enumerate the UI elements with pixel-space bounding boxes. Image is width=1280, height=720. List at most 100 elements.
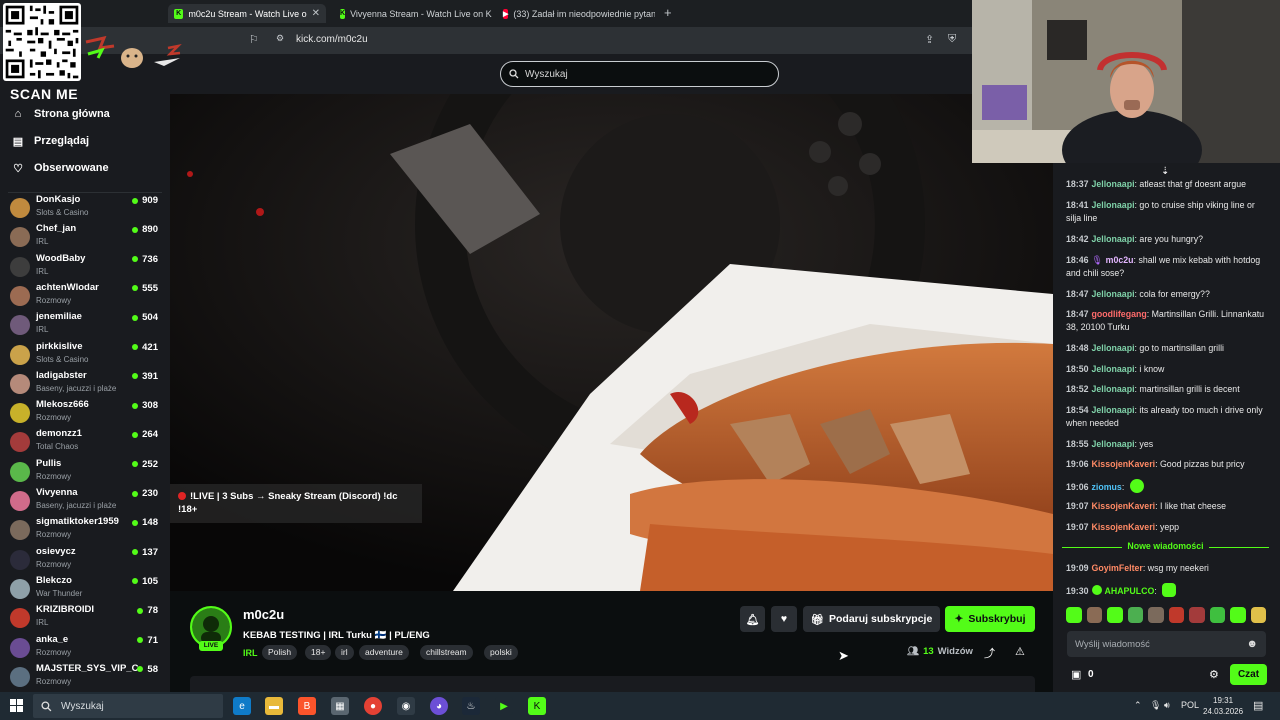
sidebar-channel[interactable]: Chef_jan IRL 890 <box>10 222 160 251</box>
sidebar-channel[interactable]: MAJSTER_SYS_VIP_C Rozmowy 58 <box>10 662 160 691</box>
kick-app-icon[interactable]: ▶ <box>495 697 513 715</box>
viewers-word: Widzów <box>937 646 973 657</box>
chat-username[interactable]: Jellonaapi <box>1092 364 1135 374</box>
sidebar-channel[interactable]: jenemiliae IRL 504 <box>10 310 160 339</box>
brave-shield-icon[interactable]: ⛨ <box>948 33 956 46</box>
nav-home[interactable]: ⌂ Strona główna <box>12 108 110 120</box>
sidebar-channel[interactable]: osievycz Rozmowy 137 <box>10 545 160 574</box>
report-icon[interactable]: ⚠ <box>1015 645 1025 658</box>
tab-vivyenna[interactable]: K Vivyenna Stream - Watch Live on Kic <box>334 4 492 23</box>
volume-icon[interactable]: 🔊︎ <box>1164 700 1170 711</box>
chat-username[interactable]: Jellonaapi <box>1092 405 1135 415</box>
chat-username[interactable]: m0c2u <box>1106 255 1134 265</box>
tag[interactable]: irl <box>335 645 354 660</box>
notifications-button[interactable]: 🔔︎ <box>740 606 765 632</box>
url-text[interactable]: kick.com/m0c2u <box>296 34 368 45</box>
chat-username[interactable]: Jellonaapi <box>1092 343 1135 353</box>
sidebar-channel[interactable]: sigmatiktoker1959 Rozmowy 148 <box>10 515 160 544</box>
sidebar-channel[interactable]: Vivyenna Baseny, jacuzzi i plaże 230 <box>10 486 160 515</box>
close-icon[interactable]: ✕ <box>312 8 320 19</box>
mic-icon[interactable]: 🎙︎ <box>1150 700 1161 711</box>
language-indicator[interactable]: POL <box>1181 700 1199 710</box>
chat-username[interactable]: ziomus <box>1092 482 1122 492</box>
gift-subs-button[interactable]: 🎁︎ Podaruj subskrypcje <box>803 606 940 632</box>
scroll-down-icon[interactable]: ⇣ <box>1161 166 1169 177</box>
discord-icon[interactable]: ◕ <box>430 697 448 715</box>
emote-icon[interactable] <box>1168 607 1184 623</box>
tag[interactable]: polski <box>484 645 518 660</box>
sidebar-channel[interactable]: DonKasjo Slots & Casino 909 <box>10 193 160 222</box>
chat-username[interactable]: Jellonaapi <box>1092 234 1135 244</box>
chat-username[interactable]: Jellonaapi <box>1092 200 1135 210</box>
sidebar-channel[interactable]: Blekczo War Thunder 105 <box>10 574 160 603</box>
chat-username[interactable]: AHAPULCO <box>1105 586 1155 596</box>
taskbar-clock[interactable]: 19:31 24.03.2026 <box>1203 695 1243 717</box>
emote-icon[interactable] <box>1148 607 1164 623</box>
obs-icon[interactable]: ◉ <box>397 697 415 715</box>
sidebar-channel[interactable]: WoodBaby IRL 736 <box>10 252 160 281</box>
points-icon[interactable]: ▣ <box>1071 668 1081 681</box>
kick-icon[interactable]: K <box>528 697 546 715</box>
send-chat-button[interactable]: Czat <box>1230 664 1267 685</box>
tag[interactable]: chillstream <box>420 645 473 660</box>
subscribe-button[interactable]: ✦ Subskrybuj <box>945 606 1035 632</box>
sidebar-channel[interactable]: KRIZIBROIDI IRL 78 <box>10 603 160 632</box>
sidebar-channel[interactable]: anka_e Rozmowy 71 <box>10 633 160 662</box>
tab-youtube[interactable]: ▶ (33) Zadał im nieodpowiednie pytani <box>497 4 655 23</box>
chat-username[interactable]: KissojenKaveri <box>1092 522 1156 532</box>
bookmark-icon[interactable]: ⚐ <box>249 33 259 46</box>
chat-input[interactable] <box>1075 638 1247 650</box>
sidebar-channel[interactable]: ladigabster Baseny, jacuzzi i plaże 391 <box>10 369 160 398</box>
sidebar-channel[interactable]: Pullis Rozmowy 252 <box>10 457 160 486</box>
emote-icon[interactable] <box>1230 607 1246 623</box>
share-icon[interactable]: ⇪ <box>925 33 934 46</box>
emote-icon[interactable] <box>1209 607 1225 623</box>
follow-button[interactable]: ♥ <box>771 606 797 632</box>
chrome-icon[interactable]: ● <box>364 697 382 715</box>
chat-username[interactable]: Jellonaapi <box>1092 179 1135 189</box>
edge-icon[interactable]: e <box>233 697 251 715</box>
emote-icon[interactable] <box>1066 607 1082 623</box>
chat-input-box[interactable]: ☻ <box>1067 631 1266 657</box>
windows-start-icon[interactable] <box>10 699 23 717</box>
sidebar-channel[interactable]: demonzz1 Total Chaos 264 <box>10 427 160 456</box>
chat-username[interactable]: goodlifegang <box>1092 309 1147 319</box>
tab-m0c2u[interactable]: K m0c2u Stream - Watch Live o ✕ <box>168 4 326 23</box>
emoji-icon[interactable]: ☻ <box>1246 638 1258 650</box>
brave-icon[interactable]: B <box>298 697 316 715</box>
taskbar-search[interactable]: Wyszukaj <box>33 694 223 718</box>
search-input[interactable] <box>525 68 755 80</box>
tag[interactable]: adventure <box>359 645 409 660</box>
tag[interactable]: Polish <box>262 645 298 660</box>
chat-username[interactable]: Jellonaapi <box>1092 289 1135 299</box>
emote-icon[interactable] <box>1086 607 1102 623</box>
nav-browse[interactable]: ▤ Przeglądaj <box>12 135 89 148</box>
new-tab-icon[interactable]: + <box>664 5 672 20</box>
sidebar-channel[interactable]: Mlekosz666 Rozmowy 308 <box>10 398 160 427</box>
chat-username[interactable]: Jellonaapi <box>1092 439 1135 449</box>
emote-icon[interactable] <box>1127 607 1143 623</box>
sidebar-channel[interactable]: pirkkislive Slots & Casino 421 <box>10 340 160 369</box>
app-icon[interactable]: ▦ <box>331 697 349 715</box>
nav-following[interactable]: ♡ Obserwowane <box>12 162 109 175</box>
steam-icon[interactable]: ♨ <box>462 697 480 715</box>
chat-username[interactable]: GoyimFelter <box>1092 563 1143 573</box>
emote-icon[interactable] <box>1189 607 1205 623</box>
chat-username[interactable]: KissojenKaveri <box>1092 459 1156 469</box>
chat-settings-icon[interactable]: ⚙ <box>1209 668 1219 681</box>
streamer-name[interactable]: m0c2u <box>243 607 284 622</box>
emote-icon[interactable] <box>1250 607 1266 623</box>
file-explorer-icon[interactable]: ▬ <box>265 697 283 715</box>
search-box[interactable] <box>500 61 779 87</box>
chat-username[interactable]: KissojenKaveri <box>1092 501 1156 511</box>
chat-username[interactable]: Jellonaapi <box>1092 384 1135 394</box>
tray-chevron-icon[interactable]: ⌃ <box>1134 700 1142 711</box>
emote-icon[interactable] <box>1107 607 1123 623</box>
sidebar-channel[interactable]: achtenWlodar Rozmowy 555 <box>10 281 160 310</box>
share-icon[interactable]: ⤴ <box>984 645 995 661</box>
category-link[interactable]: IRL <box>243 648 258 658</box>
site-info-icon[interactable]: ⚙ <box>276 33 284 44</box>
tag[interactable]: 18+ <box>305 645 332 660</box>
channel-category: War Thunder <box>36 588 83 598</box>
notification-icon[interactable]: ▤ <box>1253 699 1263 712</box>
